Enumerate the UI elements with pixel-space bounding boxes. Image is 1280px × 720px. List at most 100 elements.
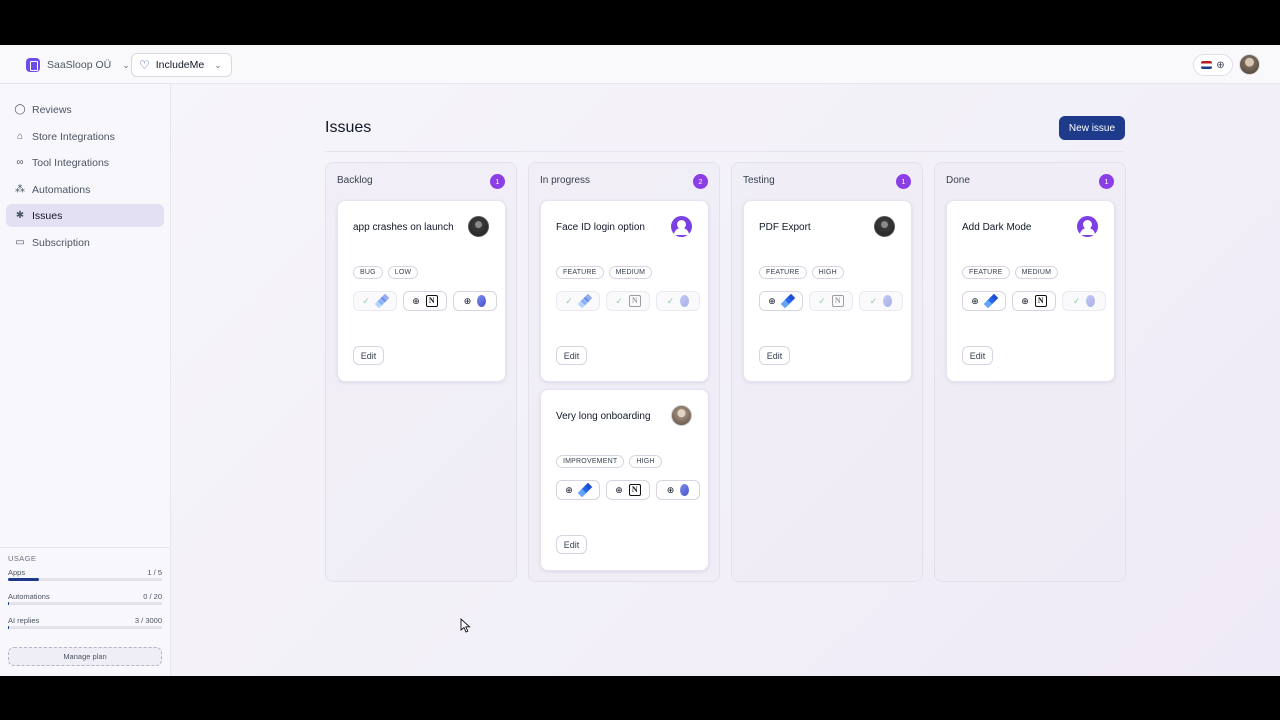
edit-button[interactable]: Edit: [759, 346, 790, 365]
jira-sync-chip[interactable]: ⊕: [556, 480, 600, 500]
linear-sync-chip[interactable]: ✓: [859, 291, 903, 311]
assignee-avatar[interactable]: [874, 216, 895, 237]
edit-button[interactable]: Edit: [556, 346, 587, 365]
column-count-badge: 1: [1099, 174, 1114, 189]
column-testing: Testing 1 PDF Export FEATURE HIGH ⊕ ✓ N …: [731, 162, 923, 582]
priority-tag: MEDIUM: [608, 266, 653, 279]
notion-sync-chip[interactable]: ✓ N: [809, 291, 853, 311]
page-title: Issues: [325, 119, 372, 136]
issue-tags: BUG LOW: [353, 266, 419, 279]
issue-title: app crashes on launch: [353, 222, 454, 233]
add-circle-icon: ⊕: [666, 484, 675, 495]
add-circle-icon: ⊕: [615, 484, 623, 495]
chevron-down-icon: ⌄: [122, 59, 130, 70]
assignee-avatar[interactable]: [671, 216, 692, 237]
usage-bar: [8, 602, 162, 605]
linear-icon: [477, 295, 487, 307]
linear-icon: [883, 295, 893, 307]
workflow-icon: ⁂: [15, 184, 25, 195]
issue-card[interactable]: app crashes on launch BUG LOW ✓ ⊕ N ⊕ Ed…: [337, 200, 506, 382]
screen-letterbox-bottom: [0, 676, 1280, 720]
language-button[interactable]: ⊕: [1193, 54, 1233, 76]
edit-button[interactable]: Edit: [556, 535, 587, 554]
usage-bar-fill: [8, 626, 9, 629]
notion-sync-chip[interactable]: ⊕ N: [403, 291, 447, 311]
add-circle-icon: ⊕: [1021, 295, 1029, 306]
sidebar-item-tool-integrations[interactable]: ∞ Tool Integrations: [6, 151, 164, 174]
jira-sync-chip[interactable]: ⊕: [759, 291, 803, 311]
integration-chips: ⊕ ⊕ N ⊕: [556, 480, 701, 500]
us-flag-icon: [1201, 61, 1213, 69]
linear-icon: [680, 484, 690, 496]
sidebar-item-automations[interactable]: ⁂ Automations: [6, 178, 164, 201]
priority-tag: HIGH: [811, 266, 844, 279]
usage-value: 1 / 5: [147, 568, 162, 577]
app-switcher[interactable]: ♡ IncludeMe ⌄: [131, 53, 232, 77]
new-issue-button[interactable]: New issue: [1059, 116, 1125, 140]
usage-bar: [8, 626, 162, 629]
check-circle-icon: ✓: [565, 295, 573, 306]
manage-plan-button[interactable]: Manage plan: [8, 647, 162, 666]
column-backlog: Backlog 1 app crashes on launch BUG LOW …: [325, 162, 517, 582]
assignee-avatar[interactable]: [671, 405, 692, 426]
issue-card[interactable]: Face ID login option FEATURE MEDIUM ✓ ✓ …: [540, 200, 709, 382]
jira-sync-chip[interactable]: ✓: [556, 291, 600, 311]
issue-card[interactable]: Very long onboarding IMPROVEMENT HIGH ⊕ …: [540, 389, 709, 571]
app-name: IncludeMe: [155, 59, 205, 71]
notion-icon: N: [831, 295, 844, 307]
org-switcher[interactable]: SaaSloop OÜ ⌄: [26, 55, 130, 75]
usage-label: Apps: [8, 568, 26, 577]
issue-card[interactable]: PDF Export FEATURE HIGH ⊕ ✓ N ✓ Edit: [743, 200, 912, 382]
sidebar: ◯ Reviews ⌂ Store Integrations ∞ Tool In…: [0, 84, 171, 676]
column-in-progress: In progress 2 Face ID login option FEATU…: [528, 162, 720, 582]
check-circle-icon: ✓: [362, 295, 370, 306]
screen-letterbox-top: [0, 0, 1280, 45]
top-header: SaaSloop OÜ ⌄ ♡ IncludeMe ⌄ ⊕: [0, 45, 1280, 84]
sidebar-item-issues[interactable]: ✱ Issues: [6, 204, 164, 227]
sidebar-item-reviews[interactable]: ◯ Reviews: [6, 98, 164, 121]
usage-value: 3 / 3000: [134, 616, 162, 625]
linear-sync-chip[interactable]: ✓: [1062, 291, 1106, 311]
linear-sync-chip[interactable]: ⊕: [656, 480, 700, 500]
sidebar-item-label: Automations: [32, 183, 91, 196]
edit-button[interactable]: Edit: [353, 346, 384, 365]
jira-icon: [780, 293, 796, 309]
notion-sync-chip[interactable]: ✓ N: [606, 291, 650, 311]
integration-chips: ⊕ ⊕ N ✓: [962, 291, 1107, 311]
store-icon: ⌂: [16, 131, 24, 142]
sidebar-item-label: Issues: [32, 209, 63, 222]
column-count-badge: 1: [896, 174, 911, 189]
check-circle-icon: ✓: [869, 295, 878, 306]
jira-sync-chip[interactable]: ✓: [353, 291, 397, 311]
sidebar-item-store-integrations[interactable]: ⌂ Store Integrations: [6, 125, 164, 148]
edit-button[interactable]: Edit: [962, 346, 993, 365]
card-icon: ▭: [15, 237, 25, 248]
jira-icon: [577, 482, 593, 498]
priority-tag: MEDIUM: [1014, 266, 1059, 279]
usage-bar: [8, 578, 162, 581]
sidebar-item-subscription[interactable]: ▭ Subscription: [6, 231, 164, 254]
check-circle-icon: ✓: [666, 295, 675, 306]
linear-sync-chip[interactable]: ⊕: [453, 291, 497, 311]
add-circle-icon: ⊕: [463, 295, 472, 306]
column-title: Done: [946, 175, 970, 186]
user-avatar[interactable]: [1239, 54, 1260, 75]
issue-tags: FEATURE MEDIUM: [962, 266, 1059, 279]
jira-sync-chip[interactable]: ⊕: [962, 291, 1006, 311]
issue-card[interactable]: Add Dark Mode FEATURE MEDIUM ⊕ ⊕ N ✓ Edi…: [946, 200, 1115, 382]
assignee-avatar[interactable]: [1077, 216, 1098, 237]
usage-bar-fill: [8, 602, 9, 605]
org-logo-icon: [26, 58, 40, 72]
linear-sync-chip[interactable]: ✓: [656, 291, 700, 311]
notion-sync-chip[interactable]: ⊕ N: [1012, 291, 1056, 311]
add-circle-icon: ⊕: [412, 295, 420, 306]
assignee-avatar[interactable]: [468, 216, 489, 237]
jira-icon: [374, 293, 390, 309]
chevron-down-icon: ⌄: [214, 59, 222, 70]
notion-sync-chip[interactable]: ⊕ N: [606, 480, 650, 500]
check-circle-icon: ✓: [1072, 295, 1081, 306]
add-circle-icon: ⊕: [971, 295, 979, 306]
type-tag: IMPROVEMENT: [556, 455, 625, 468]
mouse-cursor-icon: [460, 617, 471, 633]
usage-label: AI replies: [8, 616, 40, 625]
